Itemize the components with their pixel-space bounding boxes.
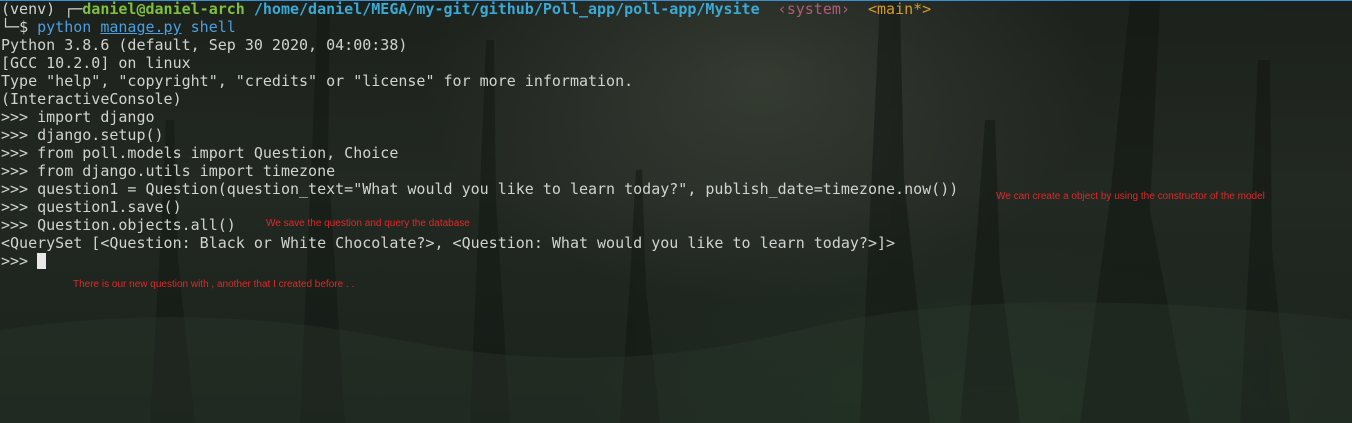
- command-program: python: [37, 18, 92, 36]
- venv-indicator: (venv): [1, 0, 65, 18]
- output-line: (InteractiveConsole): [1, 90, 182, 108]
- annotation-new-question: There is our new question with , another…: [73, 279, 355, 290]
- output-line: >>> from django.utils import timezone: [1, 162, 336, 180]
- output-line: >>> from poll.models import Question, Ch…: [1, 144, 399, 162]
- output-line: >>> question1 = Question(question_text="…: [1, 180, 959, 198]
- output-line: <QuerySet [<Question: Black or White Cho…: [1, 234, 896, 252]
- output-line: >>> Question.objects.all(): [1, 216, 236, 234]
- terminal-window[interactable]: (venv) ┌─daniel@daniel-arch /home/daniel…: [0, 0, 1352, 423]
- command-arg: shell: [190, 18, 236, 36]
- output-line: >>> import django: [1, 108, 155, 126]
- output-line: Python 3.8.6 (default, Sep 30 2020, 04:0…: [1, 36, 408, 54]
- repl-prompt: >>>: [1, 252, 38, 270]
- output-line: Type "help", "copyright", "credits" or "…: [1, 72, 634, 90]
- command-file-link[interactable]: manage.py: [100, 18, 181, 36]
- prompt-line-1: (venv) ┌─daniel@daniel-arch /home/daniel…: [1, 0, 958, 18]
- git-branch: <main*>: [867, 0, 932, 18]
- prompt-line-2: └─$ python manage.py shell: [1, 18, 958, 36]
- user-host: daniel@daniel-arch: [82, 0, 245, 18]
- annotation-constructor: We can create a object by using the cons…: [996, 191, 1265, 202]
- current-prompt-line[interactable]: >>>: [1, 252, 958, 270]
- prompt-dollar: $: [19, 18, 38, 36]
- env-badge: ‹system›: [777, 0, 850, 18]
- current-path: /home/daniel/MEGA/my-git/github/Poll_app…: [253, 0, 760, 18]
- text-cursor: [37, 253, 47, 269]
- annotation-save-query: We save the question and query the datab…: [266, 218, 470, 229]
- prompt-corner: ┌─: [64, 0, 83, 18]
- output-line: [GCC 10.2.0] on linux: [1, 54, 191, 72]
- terminal-content[interactable]: (venv) ┌─daniel@daniel-arch /home/daniel…: [1, 0, 958, 270]
- output-line: >>> question1.save(): [1, 198, 182, 216]
- prompt-corner-bottom: └─: [1, 18, 20, 36]
- output-line: >>> django.setup(): [1, 126, 164, 144]
